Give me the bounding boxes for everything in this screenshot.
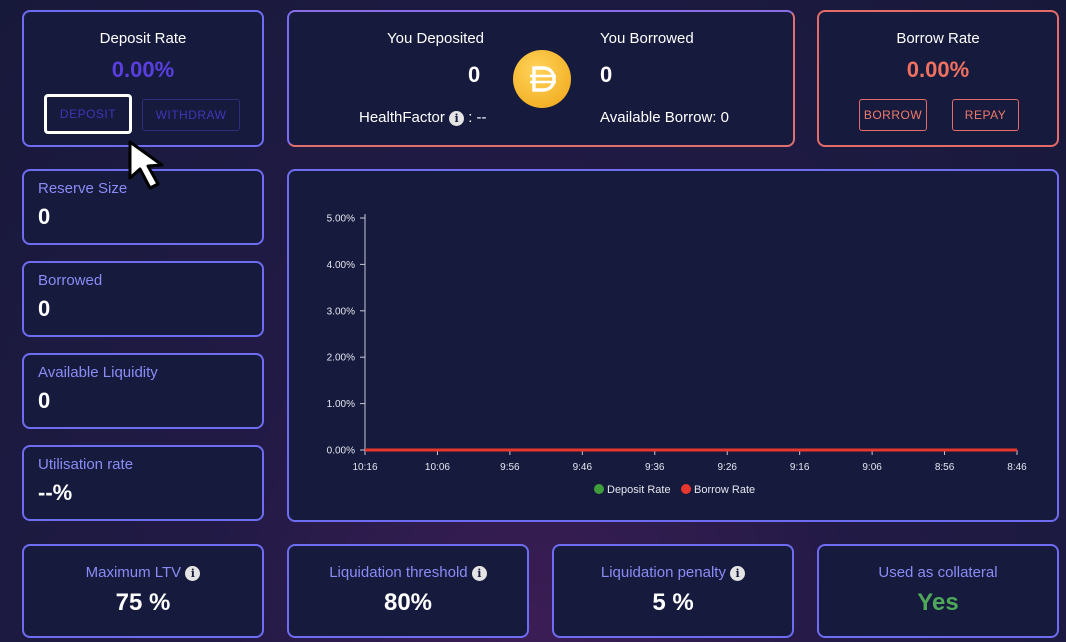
- used-as-collateral-value: Yes: [917, 589, 959, 616]
- deposit-rate-value: 0.00%: [111, 57, 175, 82]
- borrow-rate-card: Borrow Rate 0.00% BORROW REPAY: [817, 10, 1059, 147]
- available-liquidity-value: 0: [38, 388, 51, 413]
- deposit-button[interactable]: DEPOSIT: [44, 94, 132, 134]
- legend-label: Borrow Rate: [694, 484, 755, 496]
- liquidation-threshold: Liquidation threshold i: [289, 564, 527, 581]
- health-factor-value: : --: [468, 109, 487, 126]
- borrow-rate-title: Borrow Rate: [896, 30, 980, 47]
- deposit-rate-title: Deposit Rate: [99, 30, 187, 47]
- borrowed-value: 0: [38, 296, 51, 321]
- y-tick-label: 3.00%: [327, 306, 355, 317]
- x-tick-label: 8:46: [1007, 462, 1027, 473]
- legend-label: Deposit Rate: [607, 484, 671, 496]
- borrowed-label: Borrowed: [38, 272, 103, 289]
- utilisation-rate-card: Utilisation rate --%: [22, 445, 264, 521]
- health-factor: HealthFactor i : --: [359, 109, 487, 126]
- info-icon[interactable]: i: [730, 565, 746, 581]
- available-borrow: Available Borrow: 0: [600, 109, 729, 126]
- rate-history-chart: 0.00% 1.00% 2.00% 3.00% 4.00% 5.00% 10:16 10:06…: [327, 214, 1028, 497]
- info-icon[interactable]: i: [471, 565, 487, 581]
- used-as-collateral-label: Used as collateral: [878, 564, 998, 581]
- liquidation-penalty: Liquidation penalty i: [554, 564, 792, 581]
- x-tick-label: 9:06: [862, 462, 882, 473]
- x-tick-label: 10:16: [352, 462, 377, 473]
- reserve-size-value: 0: [38, 204, 51, 229]
- liquidation-penalty-value: 5 %: [652, 589, 694, 616]
- liquidation-threshold-card: Liquidation threshold i 80%: [287, 544, 529, 638]
- x-tick-label: 9:46: [573, 462, 593, 473]
- available-liquidity-card: Available Liquidity 0: [22, 353, 264, 429]
- y-tick-label: 1.00%: [327, 399, 355, 410]
- you-deposited-value: 0: [468, 62, 481, 87]
- y-tick-label: 2.00%: [327, 353, 355, 364]
- you-deposited-label: You Deposited: [387, 30, 485, 47]
- x-tick-label: 9:56: [500, 462, 520, 473]
- maximum-ltv-card: Maximum LTV i 75 %: [22, 544, 264, 638]
- y-tick-label: 0.00%: [327, 446, 355, 457]
- info-icon[interactable]: i: [449, 110, 465, 126]
- maximum-ltv-value: 75 %: [115, 589, 171, 616]
- borrow-button[interactable]: BORROW: [859, 99, 927, 131]
- dai-coin-icon: [513, 50, 571, 108]
- withdraw-button[interactable]: WITHDRAW: [142, 99, 240, 131]
- health-factor-label: HealthFactor: [359, 109, 445, 126]
- available-liquidity-label: Available Liquidity: [38, 364, 158, 381]
- reserve-size-label: Reserve Size: [38, 180, 128, 197]
- borrow-rate-value: 0.00%: [906, 57, 970, 82]
- liquidation-penalty-label: Liquidation penalty: [600, 564, 726, 581]
- borrowed-card: Borrowed 0: [22, 261, 264, 337]
- x-tick-label: 9:16: [790, 462, 810, 473]
- maximum-ltv-label: Maximum LTV: [85, 564, 182, 581]
- used-as-collateral-card: Used as collateral Yes: [817, 544, 1059, 638]
- liquidation-penalty-card: Liquidation penalty i 5 %: [552, 544, 794, 638]
- x-tick-label: 10:06: [425, 462, 450, 473]
- pointer-cursor-icon: [128, 140, 164, 190]
- x-tick-label: 9:26: [717, 462, 737, 473]
- you-borrowed-value: 0: [600, 62, 613, 87]
- utilisation-rate-value: --%: [38, 480, 73, 505]
- liquidation-threshold-label: Liquidation threshold: [329, 564, 468, 581]
- repay-button[interactable]: REPAY: [952, 99, 1019, 131]
- account-summary-card: You Deposited 0 You Borrowed 0 HealthFac…: [287, 10, 795, 147]
- liquidation-threshold-value: 80%: [383, 589, 433, 616]
- x-tick-label: 8:56: [935, 462, 955, 473]
- legend-marker: [681, 484, 691, 494]
- y-tick-label: 5.00%: [327, 214, 355, 225]
- info-icon[interactable]: i: [185, 565, 201, 581]
- rate-history-chart-card: 0.00% 1.00% 2.00% 3.00% 4.00% 5.00% 10:16 10:06…: [287, 169, 1059, 522]
- you-borrowed-label: You Borrowed: [600, 30, 694, 47]
- legend-marker: [594, 484, 604, 494]
- deposit-rate-card: Deposit Rate 0.00% DEPOSIT WITHDRAW: [22, 10, 264, 147]
- maximum-ltv: Maximum LTV i: [24, 564, 262, 581]
- utilisation-rate-label: Utilisation rate: [38, 456, 134, 473]
- y-tick-label: 4.00%: [327, 260, 355, 271]
- x-tick-label: 9:36: [645, 462, 665, 473]
